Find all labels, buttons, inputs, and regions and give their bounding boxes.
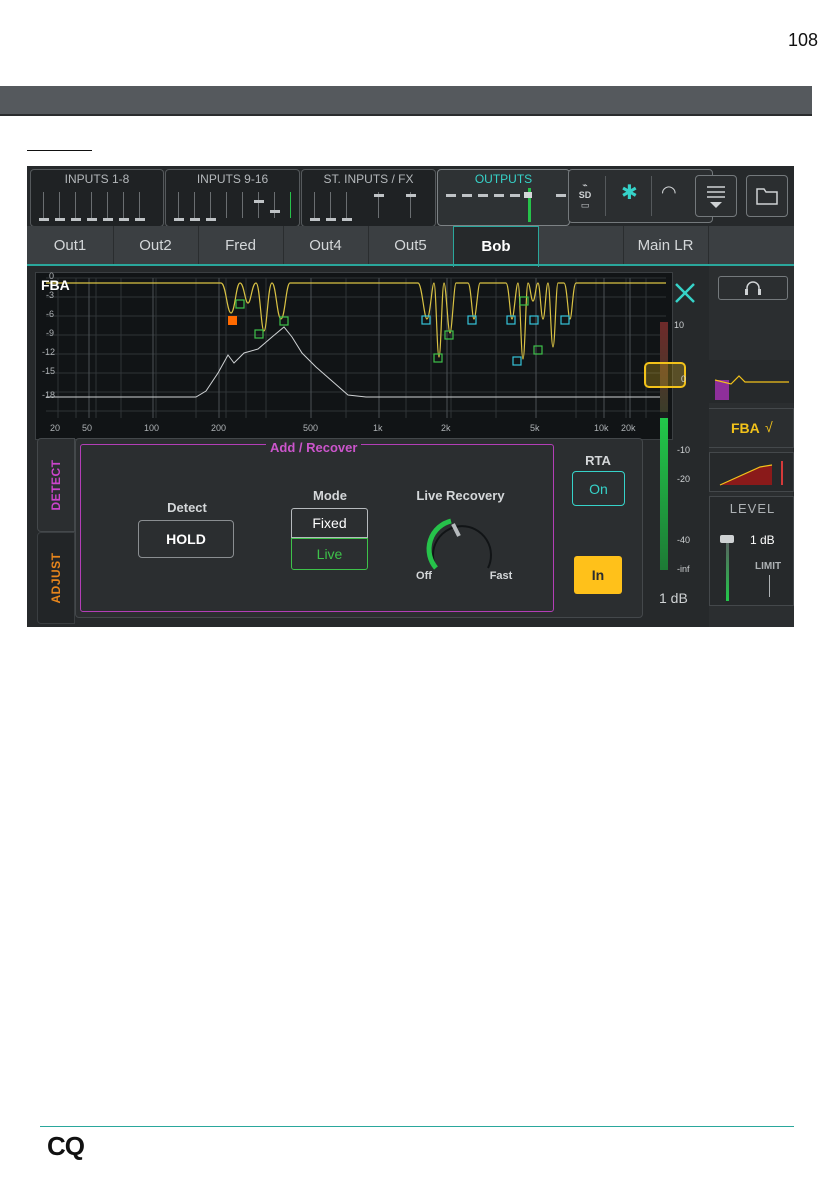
level-title: LEVEL	[729, 501, 776, 516]
headphone-button[interactable]	[718, 276, 788, 300]
section-header-bar	[0, 86, 812, 116]
meter-scale-label: -10	[677, 445, 691, 455]
strip-group-inputs-1-8[interactable]: INPUTS 1-8	[30, 169, 164, 227]
detect-label: Detect	[167, 500, 207, 515]
meter-scale-label: -20	[677, 474, 691, 484]
meter-scale-label: 0	[681, 374, 687, 384]
folder-icon	[756, 188, 778, 205]
output-tab-bar: Out1 Out2 Fred Out4 Out5 Bob Main LR	[27, 226, 794, 267]
fba-in-button[interactable]: In	[574, 556, 622, 594]
knob-dial	[426, 518, 492, 570]
x-tick: 10k	[594, 423, 609, 433]
headphones-icon	[745, 281, 761, 295]
y-tick: 0	[49, 271, 55, 281]
usb-sd-icon: ⌁ SD ▭	[578, 180, 592, 210]
tab-main-lr[interactable]: Main LR	[623, 226, 709, 265]
output-level-meter	[660, 322, 668, 570]
close-icon	[675, 283, 695, 303]
mode-fixed-button[interactable]: Fixed	[291, 508, 368, 538]
knob-min-label: Off	[416, 570, 432, 582]
compressor-thumbnail[interactable]	[709, 452, 794, 492]
level-section: LEVEL 1 dB LIMIT	[709, 496, 794, 606]
output-level-value: 1 dB	[659, 590, 688, 606]
tab-out1[interactable]: Out1	[27, 226, 114, 265]
tab-detect[interactable]: DETECT	[37, 438, 75, 532]
close-button[interactable]	[672, 280, 698, 306]
x-tick: 500	[303, 423, 319, 433]
tab-adjust[interactable]: ADJUST	[37, 532, 75, 624]
add-recover-title: Add / Recover	[266, 440, 362, 455]
tab-out2[interactable]: Out2	[113, 226, 199, 265]
meter-scale-label: -40	[677, 535, 691, 545]
fba-graph-canvas	[46, 277, 666, 418]
level-fader-handle[interactable]	[720, 535, 734, 543]
y-tick: -15	[42, 366, 56, 376]
x-tick: 200	[211, 423, 227, 433]
compressor-curve-icon	[719, 461, 783, 486]
wifi-icon: ◠	[661, 182, 677, 202]
strip-group-label: ST. INPUTS / FX	[323, 172, 414, 186]
tab-fred[interactable]: Fred	[198, 226, 284, 265]
tab-detect-label: DETECT	[49, 459, 63, 511]
x-tick: 1k	[373, 423, 383, 433]
status-utility-box[interactable]: ⌁ SD ▭ ✱ ◠	[568, 169, 713, 223]
knob-max-label: Fast	[489, 570, 513, 582]
strip-group-label: INPUTS 1-8	[64, 172, 130, 186]
y-tick: -18	[42, 390, 56, 400]
rta-on-button[interactable]: On	[572, 471, 625, 506]
strip-group-outputs[interactable]: OUTPUTS	[437, 169, 570, 226]
meter-scale-label: -inf	[677, 564, 690, 574]
eq-thumbnail[interactable]	[709, 360, 794, 403]
level-value: 1 dB	[750, 533, 775, 547]
fba-notch-icon: √	[765, 419, 773, 435]
tab-empty[interactable]	[538, 226, 624, 265]
strip-group-st-inputs-fx[interactable]: ST. INPUTS / FX	[301, 169, 436, 227]
x-tick: 2k	[441, 423, 451, 433]
menu-icon	[707, 186, 725, 208]
section-underline	[27, 150, 92, 151]
page-number: 108	[788, 30, 819, 50]
mixer-screen: INPUTS 1-8 INPUTS 9-16 ST. INPUTS / FX O…	[27, 166, 794, 627]
live-recovery-knob[interactable]	[423, 510, 499, 576]
limit-label: LIMIT	[755, 561, 782, 572]
bluetooth-icon: ✱	[621, 182, 638, 204]
y-tick: -9	[46, 328, 55, 338]
y-tick: -12	[42, 347, 56, 357]
x-tick: 50	[82, 423, 93, 433]
y-tick: -6	[46, 309, 55, 319]
x-tick: 20	[50, 423, 61, 433]
x-tick: 20k	[621, 423, 636, 433]
fba-thumbnail-label: FBA	[731, 420, 760, 436]
meter-scale-label: 10	[674, 320, 685, 330]
processing-column: FBA √ LEVEL 1 dB LIMIT	[709, 266, 794, 627]
folder-button[interactable]	[746, 175, 788, 217]
tab-adjust-label: ADJUST	[49, 552, 63, 604]
fba-graph[interactable]: FBA 0 -3 -6 -9 -12 -15 -18 20 50 100 200…	[35, 271, 673, 440]
eq-curve-icon	[714, 375, 789, 400]
x-tick: 100	[144, 423, 160, 433]
tab-bob[interactable]: Bob	[453, 226, 539, 267]
menu-button[interactable]	[695, 175, 737, 217]
strip-group-label: OUTPUTS	[474, 172, 533, 186]
footer-rule	[40, 1126, 794, 1127]
x-tick: 5k	[530, 423, 540, 433]
rta-label: RTA	[585, 453, 611, 468]
hold-button[interactable]: HOLD	[138, 520, 234, 558]
y-tick: -3	[46, 290, 55, 300]
strip-group-label: INPUTS 9-16	[196, 172, 269, 186]
live-recovery-label: Live Recovery	[416, 488, 505, 503]
mode-live-button[interactable]: Live	[291, 538, 368, 570]
strip-group-inputs-9-16[interactable]: INPUTS 9-16	[165, 169, 300, 227]
output-fader-handle[interactable]	[644, 362, 686, 388]
cq-logo: CQ	[47, 1131, 85, 1161]
fba-thumbnail[interactable]: FBA √	[709, 408, 794, 448]
tab-underline	[27, 264, 794, 266]
tab-out5[interactable]: Out5	[368, 226, 454, 265]
mode-label: Mode	[313, 488, 347, 503]
tab-out4[interactable]: Out4	[283, 226, 369, 265]
